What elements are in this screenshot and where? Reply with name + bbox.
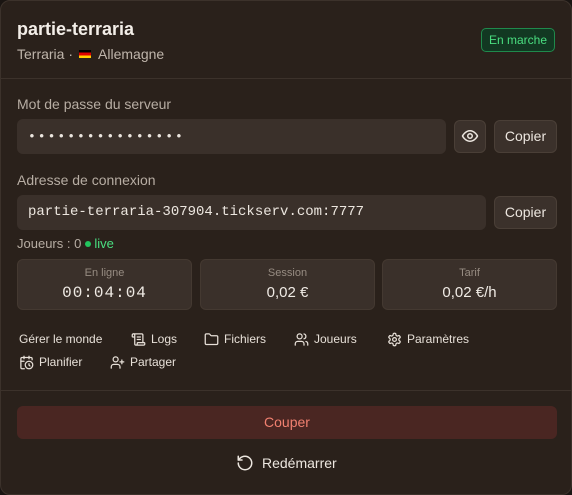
copy-address-button[interactable]: Copier bbox=[494, 196, 557, 229]
user-plus-icon bbox=[110, 355, 125, 369]
server-card: partie-terraria Terraria · Allemagne En … bbox=[0, 0, 572, 495]
player-count-text: Joueurs : 0 bbox=[17, 236, 82, 251]
copy-password-button[interactable]: Copier bbox=[494, 120, 557, 153]
share-label: Partager bbox=[130, 355, 177, 369]
stat-label: En ligne bbox=[84, 267, 125, 279]
password-field[interactable]: •••••••••••••••• bbox=[17, 119, 446, 154]
stat-uptime: En ligne 00:04:04 bbox=[17, 259, 192, 310]
rotate-ccw-icon bbox=[237, 455, 253, 471]
reveal-password-button[interactable] bbox=[454, 120, 486, 153]
stat-label: Session bbox=[267, 267, 308, 279]
users-icon bbox=[294, 332, 309, 346]
stat-label: Tarif bbox=[459, 267, 480, 279]
players-action[interactable]: Joueurs bbox=[294, 330, 357, 348]
stat-value: 00:04:04 bbox=[62, 284, 147, 302]
stat-rate: Tarif 0,02 €/h bbox=[382, 259, 557, 310]
calendar-clock-icon bbox=[20, 355, 34, 369]
logs-action[interactable]: Logs bbox=[131, 330, 177, 348]
settings-action[interactable]: Paramètres bbox=[387, 330, 469, 348]
server-subtitle: Terraria · Allemagne bbox=[17, 45, 555, 63]
player-count: Joueurs : 0 live bbox=[17, 236, 114, 252]
eye-icon bbox=[461, 130, 479, 142]
server-name: partie-terraria bbox=[17, 19, 135, 39]
schedule-label: Planifier bbox=[39, 355, 83, 369]
live-dot-icon bbox=[85, 241, 92, 247]
germany-flag-icon bbox=[78, 50, 91, 58]
schedule-action[interactable]: Planifier bbox=[19, 353, 82, 371]
share-action[interactable]: Partager bbox=[110, 353, 176, 371]
server-header: partie-terraria Terraria · Allemagne En … bbox=[17, 17, 555, 65]
manage-world-action[interactable]: Gérer le monde bbox=[19, 330, 102, 348]
gear-icon bbox=[388, 332, 401, 346]
manage-world-label: Gérer le monde bbox=[19, 332, 103, 346]
header-divider bbox=[1, 78, 571, 79]
logs-label: Logs bbox=[151, 332, 178, 346]
logs-icon bbox=[131, 332, 146, 346]
stat-value: 0,02 € bbox=[266, 284, 309, 301]
controls-divider bbox=[1, 390, 571, 391]
status-badge: En marche bbox=[480, 28, 555, 52]
server-location: Allemagne bbox=[98, 46, 165, 62]
live-indicator: live bbox=[94, 236, 114, 251]
subtitle-separator: · bbox=[68, 46, 74, 62]
connection-label: Adresse de connexion bbox=[17, 172, 156, 188]
stop-button[interactable]: Couper bbox=[17, 406, 557, 439]
password-label: Mot de passe du serveur bbox=[17, 96, 172, 112]
settings-label: Paramètres bbox=[407, 332, 470, 346]
stat-session: Session 0,02 € bbox=[200, 259, 375, 310]
stat-value: 0,02 €/h bbox=[442, 284, 497, 301]
files-label: Fichiers bbox=[224, 332, 267, 346]
restart-button[interactable]: Redémarrer bbox=[236, 453, 337, 473]
folder-icon bbox=[204, 332, 219, 345]
players-label: Joueurs bbox=[314, 332, 357, 346]
game-name: Terraria bbox=[17, 46, 65, 62]
restart-label: Redémarrer bbox=[262, 455, 337, 471]
connection-address-field[interactable]: partie-terraria-307904.tickserv.com:7777 bbox=[17, 195, 486, 230]
files-action[interactable]: Fichiers bbox=[204, 330, 266, 348]
